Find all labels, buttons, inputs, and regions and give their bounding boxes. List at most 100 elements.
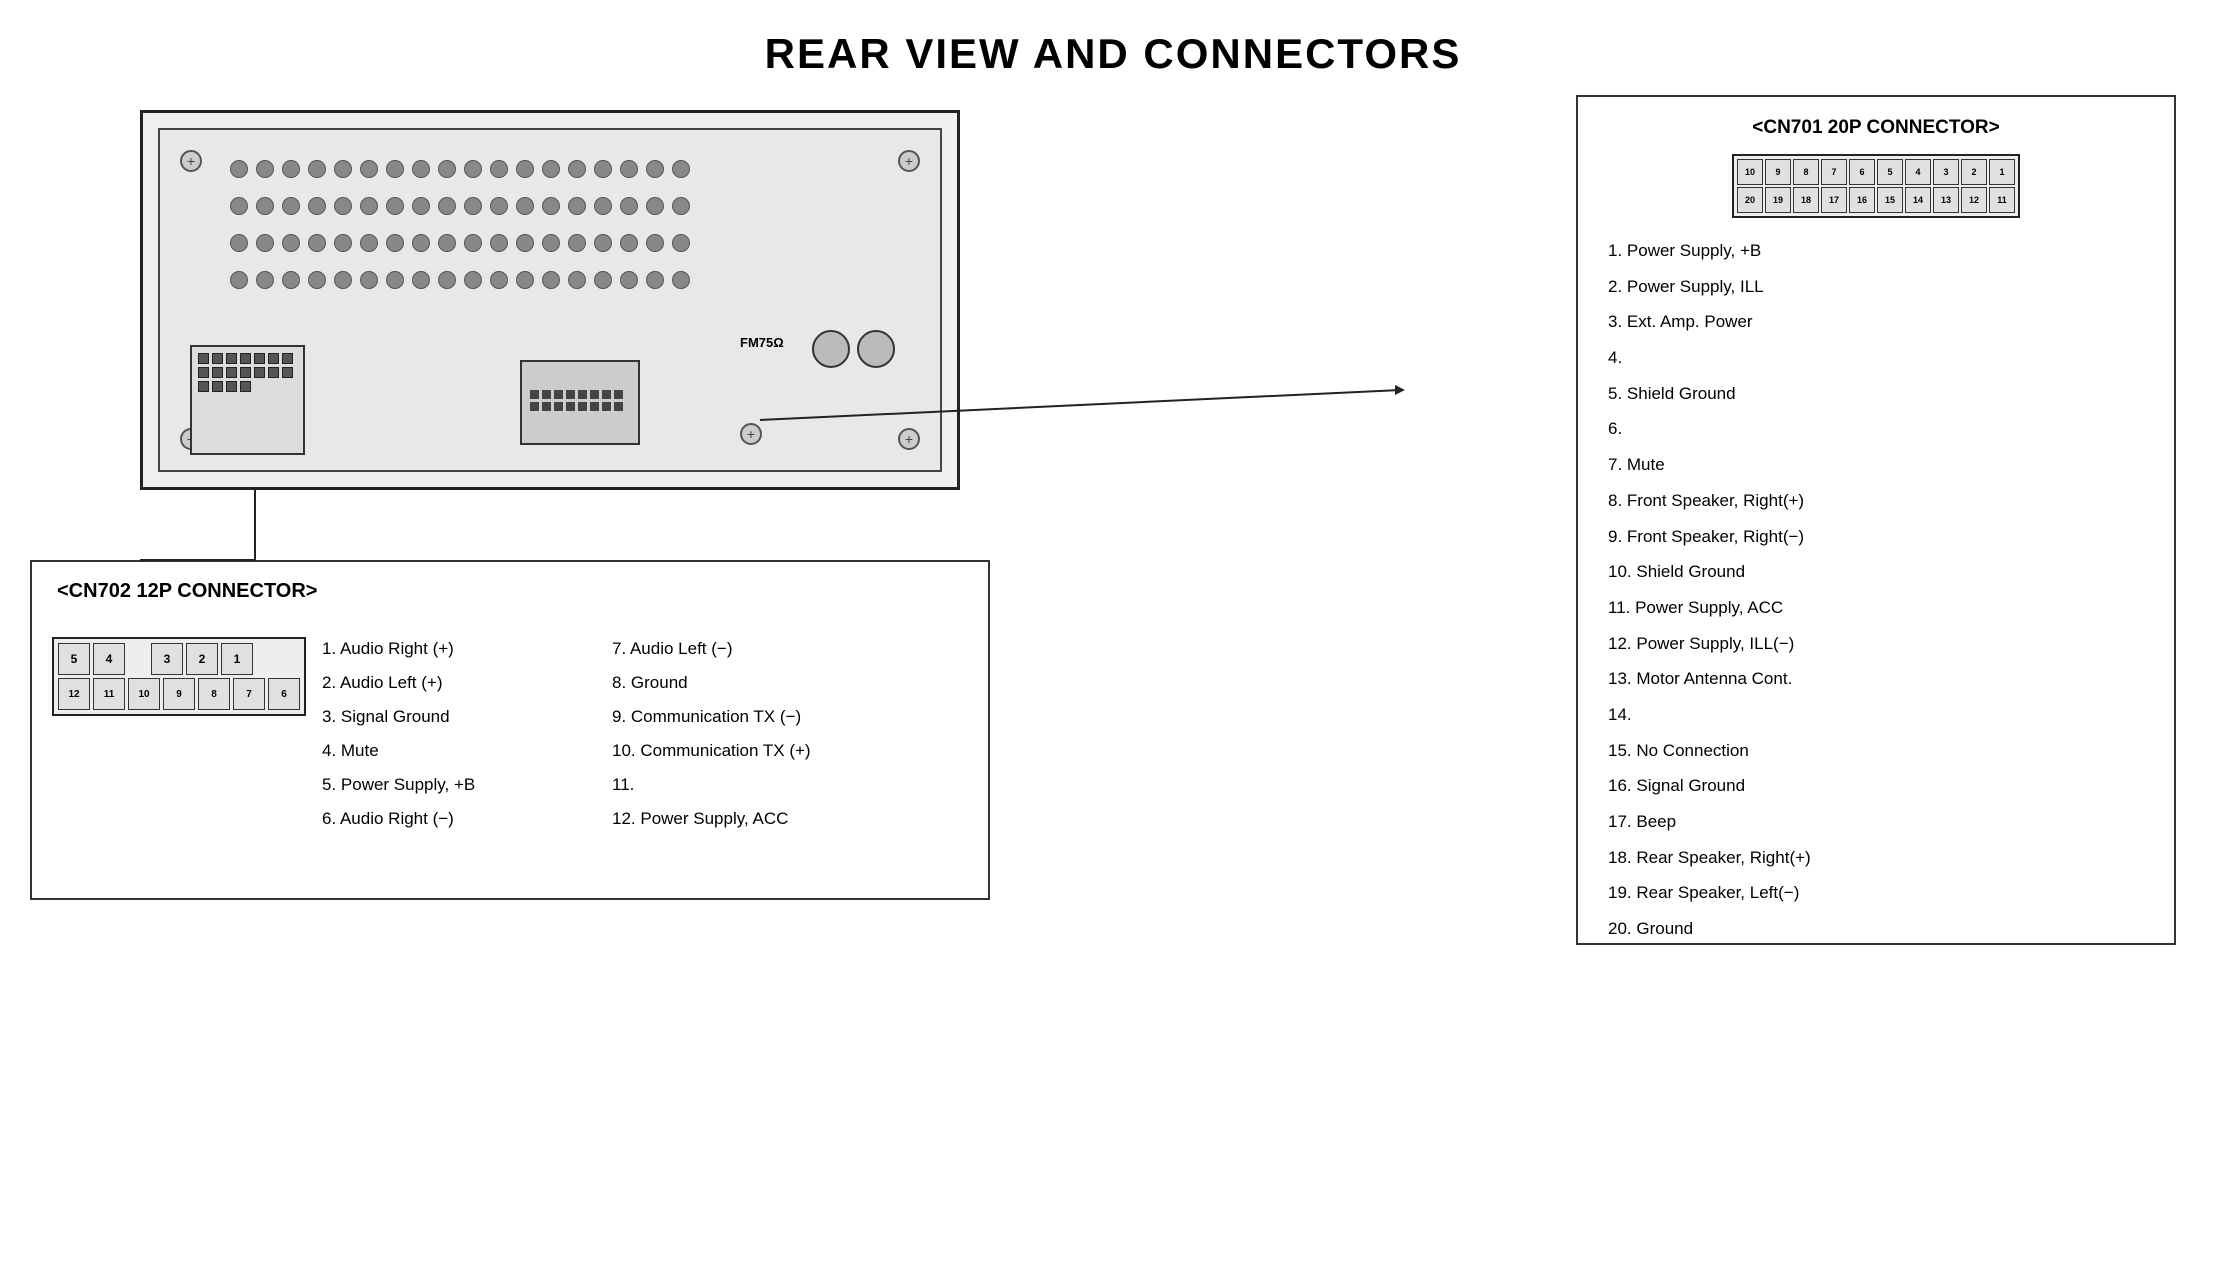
cn702-pin-3: 3. Signal Ground xyxy=(322,700,475,734)
vent-hole xyxy=(568,160,586,178)
vent-hole xyxy=(282,160,300,178)
cn702-pin-1: 1. Audio Right (+) xyxy=(322,632,475,666)
vent-hole xyxy=(464,160,482,178)
fm75-area: FM75Ω + xyxy=(730,330,900,450)
vent-hole xyxy=(438,197,456,215)
vent-hole xyxy=(646,271,664,289)
cn702-pin-12: 12. Power Supply, ACC xyxy=(612,802,811,836)
vent-hole xyxy=(516,234,534,252)
circle-conn-1 xyxy=(812,330,850,368)
device-inner: FM75Ω + xyxy=(158,128,942,472)
cn702-pin-4: 4. Mute xyxy=(322,734,475,768)
cn702-pin-7: 7. Audio Left (−) xyxy=(612,632,811,666)
vent-hole xyxy=(334,234,352,252)
vent-hole xyxy=(386,271,404,289)
center-connector-block xyxy=(520,360,640,445)
vent-hole xyxy=(308,234,326,252)
vent-hole xyxy=(620,197,638,215)
cn701-pin-13: 13. Motor Antenna Cont. xyxy=(1608,661,2144,697)
vent-hole xyxy=(568,271,586,289)
vent-hole xyxy=(490,234,508,252)
vent-hole xyxy=(542,234,560,252)
cn701-pin-18: 18. Rear Speaker, Right(+) xyxy=(1608,840,2144,876)
screw-fm: + xyxy=(740,423,762,445)
cn701-pin-16: 16. Signal Ground xyxy=(1608,768,2144,804)
cn701-pin-8: 8. Front Speaker, Right(+) xyxy=(1608,483,2144,519)
vent-hole xyxy=(360,197,378,215)
cn702-connector-diagram: 5 4 3 2 1 12 11 10 9 8 7 6 xyxy=(52,637,306,716)
vent-hole xyxy=(438,234,456,252)
cn702-pin-list-col1: 1. Audio Right (+) 2. Audio Left (+) 3. … xyxy=(322,632,475,836)
cn702-pin-2: 2. Audio Left (+) xyxy=(322,666,475,700)
cn701-pin-20: 20. Ground xyxy=(1608,911,2144,947)
cn702-pin-9: 9. Communication TX (−) xyxy=(612,700,811,734)
vent-hole xyxy=(542,271,560,289)
cn702-pin-10: 10. Communication TX (+) xyxy=(612,734,811,768)
vent-hole xyxy=(516,271,534,289)
vent-hole xyxy=(438,160,456,178)
cn701-pin-17: 17. Beep xyxy=(1608,804,2144,840)
vent-hole xyxy=(620,234,638,252)
vent-area xyxy=(220,150,720,310)
cn702-pin-6: 6. Audio Right (−) xyxy=(322,802,475,836)
fm-label: FM75Ω xyxy=(740,335,784,350)
vent-hole xyxy=(620,271,638,289)
vent-hole xyxy=(568,234,586,252)
vent-hole xyxy=(646,234,664,252)
vent-hole xyxy=(568,197,586,215)
vent-hole xyxy=(230,234,248,252)
vent-hole xyxy=(412,234,430,252)
vent-hole xyxy=(282,234,300,252)
cn701-pin-1: 1. Power Supply, +B xyxy=(1608,233,2144,269)
vent-hole xyxy=(464,271,482,289)
cn701-pin-7: 7. Mute xyxy=(1608,447,2144,483)
vent-hole xyxy=(256,197,274,215)
vent-hole xyxy=(230,271,248,289)
vent-hole xyxy=(412,160,430,178)
vent-hole xyxy=(490,160,508,178)
vent-hole xyxy=(672,271,690,289)
vent-hole xyxy=(490,197,508,215)
vent-hole xyxy=(516,160,534,178)
screw-br xyxy=(898,428,920,450)
vent-hole xyxy=(594,197,612,215)
cn701-pin-12: 12. Power Supply, ILL(−) xyxy=(1608,626,2144,662)
vent-hole xyxy=(282,271,300,289)
vent-hole xyxy=(464,234,482,252)
vent-hole xyxy=(334,197,352,215)
cn701-pin-2: 2. Power Supply, ILL xyxy=(1608,269,2144,305)
vent-hole xyxy=(594,234,612,252)
cn701-box: <CN701 20P CONNECTOR> 10 9 8 7 6 5 4 3 2… xyxy=(1576,95,2176,945)
vent-hole xyxy=(334,160,352,178)
vent-hole xyxy=(256,271,274,289)
left-connector-pins xyxy=(192,347,303,398)
circle-conn-2 xyxy=(857,330,895,368)
vent-hole xyxy=(542,160,560,178)
device-diagram: FM75Ω + xyxy=(140,110,960,490)
vent-hole xyxy=(334,271,352,289)
vent-hole xyxy=(360,234,378,252)
vent-hole xyxy=(282,197,300,215)
vent-hole xyxy=(516,197,534,215)
cn701-pin-4: 4. xyxy=(1608,340,2144,376)
vent-hole xyxy=(594,271,612,289)
cn701-pin-15: 15. No Connection xyxy=(1608,733,2144,769)
vent-hole xyxy=(360,271,378,289)
center-connector-pins xyxy=(522,382,638,419)
vent-hole xyxy=(542,197,560,215)
cn702-pin-11: 11. xyxy=(612,768,811,802)
vent-hole xyxy=(256,234,274,252)
page-title: REAR VIEW AND CONNECTORS xyxy=(0,0,2226,78)
vent-hole xyxy=(230,160,248,178)
vent-hole xyxy=(360,160,378,178)
cn701-pin-19: 19. Rear Speaker, Left(−) xyxy=(1608,875,2144,911)
cn701-pin-3: 3. Ext. Amp. Power xyxy=(1608,304,2144,340)
vent-hole xyxy=(256,160,274,178)
cn701-title: <CN701 20P CONNECTOR> xyxy=(1578,117,2174,139)
vent-hole xyxy=(490,271,508,289)
screw-tr xyxy=(898,150,920,172)
cn702-pin-list-col2: 7. Audio Left (−) 8. Ground 9. Communica… xyxy=(612,632,811,836)
vent-hole xyxy=(672,160,690,178)
cn701-pin-9: 9. Front Speaker, Right(−) xyxy=(1608,519,2144,555)
screw-tl xyxy=(180,150,202,172)
